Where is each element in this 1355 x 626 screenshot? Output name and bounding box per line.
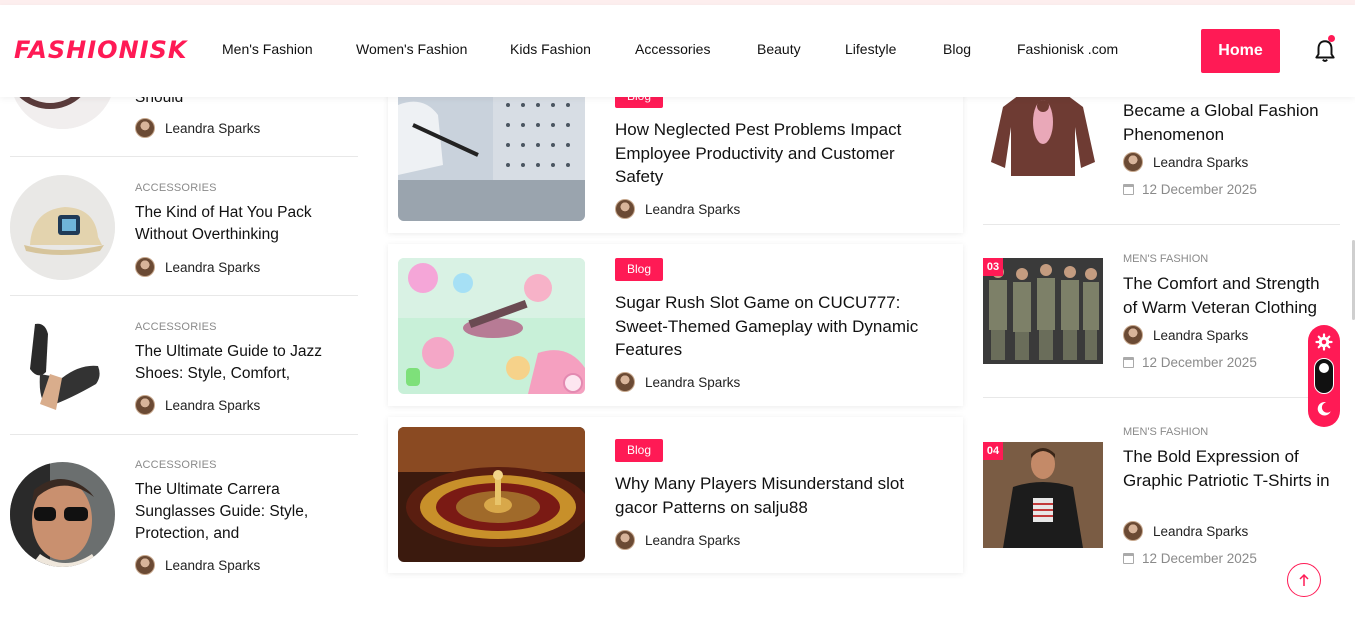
article-thumbnail[interactable] bbox=[10, 175, 115, 280]
category-label[interactable]: MEN'S FASHION bbox=[1123, 253, 1208, 265]
author-name[interactable]: Leandra Sparks bbox=[165, 398, 260, 413]
category-label[interactable]: ACCESSORIES bbox=[135, 321, 217, 333]
list-item[interactable]: ACCESSORIES The Ultimate Carrera Sunglas… bbox=[10, 435, 358, 585]
home-button[interactable]: Home bbox=[1201, 29, 1280, 73]
author[interactable]: Leandra Sparks bbox=[135, 257, 260, 277]
nav-accessories[interactable]: Accessories bbox=[635, 41, 710, 57]
author-avatar bbox=[135, 118, 155, 138]
rank-number: 04 bbox=[983, 442, 1003, 460]
moon-icon[interactable] bbox=[1315, 400, 1333, 418]
author-avatar bbox=[615, 372, 635, 392]
author[interactable]: Leandra Sparks bbox=[1123, 521, 1248, 541]
author-name[interactable]: Leandra Sparks bbox=[165, 558, 260, 573]
author[interactable]: Leandra Sparks bbox=[135, 395, 260, 415]
scroll-to-top-button[interactable] bbox=[1287, 563, 1321, 597]
article-card[interactable]: Blog Why Many Players Misunderstand slot… bbox=[388, 417, 963, 573]
author[interactable]: Leandra Sparks bbox=[1123, 325, 1248, 345]
author[interactable]: Leandra Sparks bbox=[615, 372, 740, 392]
author-avatar bbox=[1123, 325, 1143, 345]
nav-blog[interactable]: Blog bbox=[943, 41, 971, 57]
calendar-icon bbox=[1123, 553, 1134, 564]
article-thumbnail[interactable] bbox=[398, 427, 585, 562]
article-title[interactable]: Why Many Players Misunderstand slot gaco… bbox=[615, 472, 945, 519]
toggle-knob bbox=[1319, 363, 1329, 373]
article-title[interactable]: The Ultimate Carrera Sunglasses Guide: S… bbox=[135, 479, 350, 545]
author-name[interactable]: Leandra Sparks bbox=[1153, 328, 1248, 343]
category-badge[interactable]: Blog bbox=[615, 439, 664, 462]
notification-dot bbox=[1328, 35, 1335, 42]
category-label[interactable]: ACCESSORIES bbox=[135, 459, 217, 471]
author[interactable]: Leandra Sparks bbox=[1123, 152, 1248, 172]
author-avatar bbox=[615, 530, 635, 550]
author-avatar bbox=[135, 395, 155, 415]
article-title[interactable]: The Ultimate Guide to Jazz Shoes: Style,… bbox=[135, 341, 350, 385]
article-title[interactable]: The Comfort and Strength of Warm Veteran… bbox=[1123, 272, 1333, 319]
divider bbox=[10, 156, 358, 157]
theme-switcher[interactable] bbox=[1308, 325, 1340, 427]
article-title[interactable]: How Neglected Pest Problems Impact Emplo… bbox=[615, 118, 945, 189]
list-item[interactable]: 03 MEN'S FASHION The Comfort and Strengt… bbox=[983, 225, 1340, 398]
divider bbox=[10, 295, 358, 296]
nav-womens-fashion[interactable]: Women's Fashion bbox=[356, 41, 467, 57]
author[interactable]: Leandra Sparks bbox=[135, 555, 260, 575]
category-badge[interactable]: Blog bbox=[615, 258, 664, 281]
list-item[interactable]: ACCESSORIES The Ultimate Guide to Jazz S… bbox=[10, 297, 358, 435]
publish-date: 12 December 2025 bbox=[1123, 182, 1257, 197]
bell-icon[interactable] bbox=[1312, 38, 1338, 64]
gear-icon[interactable] bbox=[1315, 333, 1333, 351]
calendar-icon bbox=[1123, 184, 1134, 195]
article-title[interactable]: The Kind of Hat You Pack Without Overthi… bbox=[135, 202, 350, 246]
nav-beauty[interactable]: Beauty bbox=[757, 41, 801, 57]
publish-date: 12 December 2025 bbox=[1123, 551, 1257, 566]
author[interactable]: Leandra Sparks bbox=[135, 118, 260, 138]
author-name[interactable]: Leandra Sparks bbox=[645, 375, 740, 390]
arrow-up-icon bbox=[1299, 573, 1309, 586]
author-name[interactable]: Leandra Sparks bbox=[1153, 155, 1248, 170]
article-thumbnail[interactable] bbox=[398, 85, 585, 221]
author-avatar bbox=[135, 555, 155, 575]
article-title[interactable]: The Bold Expression of Graphic Patriotic… bbox=[1123, 445, 1333, 492]
category-label[interactable]: ACCESSORIES bbox=[135, 182, 217, 194]
author-avatar bbox=[135, 257, 155, 277]
category-label[interactable]: MEN'S FASHION bbox=[1123, 426, 1208, 438]
author-avatar bbox=[1123, 152, 1143, 172]
author-name[interactable]: Leandra Sparks bbox=[1153, 524, 1248, 539]
nav-fashionisk-com[interactable]: Fashionisk .com bbox=[1017, 41, 1118, 57]
author-name[interactable]: Leandra Sparks bbox=[165, 260, 260, 275]
article-title[interactable]: Sugar Rush Slot Game on CUCU777: Sweet-T… bbox=[615, 291, 945, 362]
publish-date: 12 December 2025 bbox=[1123, 355, 1257, 370]
date-text: 12 December 2025 bbox=[1142, 355, 1257, 370]
author-name[interactable]: Leandra Sparks bbox=[645, 533, 740, 548]
article-thumbnail[interactable]: 03 bbox=[983, 258, 1103, 364]
rank-number: 03 bbox=[983, 258, 1003, 276]
date-text: 12 December 2025 bbox=[1142, 551, 1257, 566]
list-item[interactable]: 04 MEN'S FASHION The Bold Expression of … bbox=[983, 398, 1340, 578]
date-text: 12 December 2025 bbox=[1142, 182, 1257, 197]
dark-mode-toggle[interactable] bbox=[1314, 358, 1334, 394]
nav-lifestyle[interactable]: Lifestyle bbox=[845, 41, 896, 57]
calendar-icon bbox=[1123, 357, 1134, 368]
article-thumbnail[interactable] bbox=[398, 258, 585, 394]
nav-kids-fashion[interactable]: Kids Fashion bbox=[510, 41, 591, 57]
site-logo[interactable]: FASHIONISK bbox=[14, 36, 187, 64]
article-thumbnail[interactable] bbox=[10, 314, 115, 419]
author-name[interactable]: Leandra Sparks bbox=[165, 121, 260, 136]
author-avatar bbox=[1123, 521, 1143, 541]
article-thumbnail[interactable]: 04 bbox=[983, 442, 1103, 548]
list-item[interactable]: ACCESSORIES The Kind of Hat You Pack Wit… bbox=[10, 158, 358, 296]
article-card[interactable]: Blog Sugar Rush Slot Game on CUCU777: Sw… bbox=[388, 244, 963, 406]
author-avatar bbox=[615, 199, 635, 219]
article-thumbnail[interactable] bbox=[10, 462, 115, 567]
article-title[interactable]: Became a Global Fashion Phenomenon bbox=[1123, 99, 1333, 146]
author[interactable]: Leandra Sparks bbox=[615, 530, 740, 550]
author-name[interactable]: Leandra Sparks bbox=[645, 202, 740, 217]
nav-mens-fashion[interactable]: Men's Fashion bbox=[222, 41, 313, 57]
site-header: FASHIONISK Men's Fashion Women's Fashion… bbox=[0, 5, 1355, 97]
author[interactable]: Leandra Sparks bbox=[615, 199, 740, 219]
